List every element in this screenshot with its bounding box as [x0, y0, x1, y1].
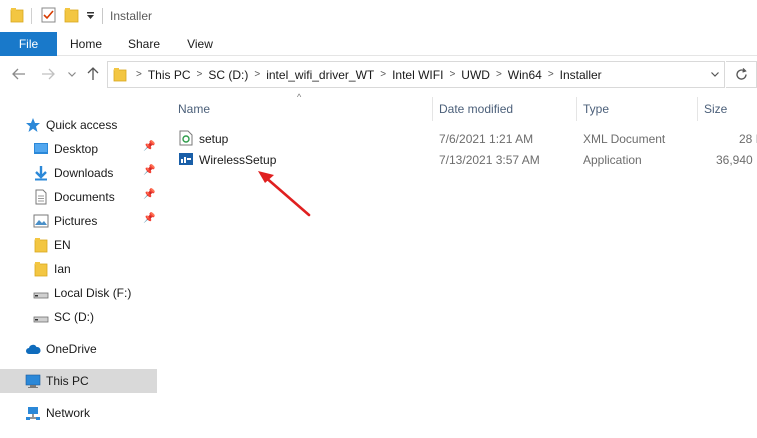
column-header-size[interactable]: Size: [704, 97, 757, 121]
xml-file-icon: [179, 130, 193, 146]
arrow-left-icon[interactable]: [12, 68, 26, 80]
sidebar-item-onedrive[interactable]: OneDrive: [0, 337, 157, 361]
file-size: 36,940 I: [716, 153, 757, 167]
window-title: Installer: [110, 9, 153, 23]
sidebar-item-label: EN: [54, 238, 71, 252]
breadcrumb-intel-wifi[interactable]: Intel WIFI: [392, 68, 443, 82]
file-row-setup[interactable]: setup 7/6/2021 1:21 AM XML Document 28 I: [172, 128, 757, 149]
quick-toolbar-separator: [31, 8, 32, 24]
sidebar-item-label: Ian: [54, 262, 71, 276]
sidebar-item-this-pc[interactable]: This PC: [0, 369, 157, 393]
tab-home[interactable]: Home: [60, 32, 112, 56]
chevron-right-icon[interactable]: >: [449, 69, 455, 80]
chevron-right-icon[interactable]: >: [548, 69, 554, 80]
sidebar-item-sc-d[interactable]: SC (D:): [0, 305, 157, 329]
application-icon: [179, 153, 193, 165]
breadcrumb-this-pc[interactable]: This PC: [148, 68, 191, 82]
breadcrumb-win64[interactable]: Win64: [508, 68, 542, 82]
new-folder-icon[interactable]: [64, 7, 79, 23]
cloud-icon: [26, 344, 41, 354]
folder-icon: [113, 68, 127, 82]
sidebar-item-label: OneDrive: [46, 342, 97, 356]
breadcrumb-installer[interactable]: Installer: [560, 68, 602, 82]
drive-icon: [33, 316, 49, 323]
address-bar[interactable]: > This PC > SC (D:) > intel_wifi_driver_…: [107, 61, 725, 88]
document-icon: [35, 189, 47, 205]
sidebar-item-label: Documents: [54, 190, 115, 204]
column-header-date-modified[interactable]: Date modified: [439, 97, 574, 121]
pin-icon[interactable]: 📌: [143, 189, 155, 200]
address-dropdown-icon[interactable]: [711, 72, 719, 77]
sidebar-item-label: Downloads: [54, 166, 114, 180]
drive-icon: [33, 292, 49, 299]
pictures-icon: [33, 214, 49, 228]
folder-icon: [34, 262, 48, 277]
file-date: 7/13/2021 3:57 AM: [439, 153, 540, 167]
file-name: setup: [199, 132, 229, 146]
breadcrumb-uwd[interactable]: UWD: [461, 68, 490, 82]
file-name: WirelessSetup: [199, 153, 277, 167]
title-separator: [102, 8, 103, 24]
ribbon: File Home Share View: [0, 32, 757, 56]
sidebar-item-network[interactable]: Network: [0, 401, 157, 425]
file-date: 7/6/2021 1:21 AM: [439, 132, 534, 146]
chevron-right-icon[interactable]: >: [197, 69, 203, 80]
sidebar-item-ian[interactable]: Ian: [0, 257, 157, 281]
arrow-right-icon[interactable]: [41, 68, 55, 80]
sidebar-item-label: This PC: [46, 374, 89, 388]
chevron-right-icon[interactable]: >: [254, 69, 260, 80]
pin-icon[interactable]: 📌: [143, 141, 155, 152]
title-bar: Installer: [0, 0, 757, 32]
sidebar-item-desktop[interactable]: Desktop 📌: [0, 137, 157, 161]
sidebar-item-label: Quick access: [46, 118, 118, 132]
chevron-right-icon[interactable]: >: [136, 69, 142, 80]
network-icon: [26, 407, 40, 420]
column-separator[interactable]: [576, 97, 577, 121]
file-type: XML Document: [583, 132, 666, 146]
sidebar-item-documents[interactable]: Documents 📌: [0, 185, 157, 209]
chevron-right-icon[interactable]: >: [380, 69, 386, 80]
column-separator[interactable]: [432, 97, 433, 121]
tab-share[interactable]: Share: [118, 32, 170, 56]
sidebar-item-en[interactable]: EN: [0, 233, 157, 257]
chevron-down-icon[interactable]: [68, 72, 76, 77]
chevron-right-icon[interactable]: >: [496, 69, 502, 80]
sidebar-item-label: Network: [46, 406, 91, 420]
sidebar-item-label: Local Disk (F:): [54, 286, 132, 300]
download-icon: [35, 166, 47, 181]
folder-icon[interactable]: [10, 7, 24, 23]
arrow-up-icon[interactable]: [87, 67, 99, 81]
desktop-icon: [34, 143, 48, 154]
customize-toolbar-icon[interactable]: [86, 12, 95, 20]
properties-icon[interactable]: [41, 7, 56, 23]
tab-view[interactable]: View: [176, 32, 224, 56]
breadcrumb-intel-wifi-driver[interactable]: intel_wifi_driver_WT: [266, 68, 374, 82]
file-size: 28 I: [739, 132, 757, 146]
pin-icon[interactable]: 📌: [143, 165, 155, 176]
star-icon: [26, 118, 40, 132]
sidebar-item-downloads[interactable]: Downloads 📌: [0, 161, 157, 185]
sidebar-item-local-disk-f[interactable]: Local Disk (F:): [0, 281, 157, 305]
breadcrumb-sc-d[interactable]: SC (D:): [208, 68, 248, 82]
navigation-pane: Quick access Desktop 📌 Downloads 📌 Docum…: [0, 94, 160, 438]
column-separator[interactable]: [697, 97, 698, 121]
pin-icon[interactable]: 📌: [143, 213, 155, 224]
column-header-type[interactable]: Type: [583, 97, 693, 121]
annotation-arrow: [258, 171, 311, 217]
file-type: Application: [583, 153, 642, 167]
folder-icon: [34, 238, 48, 253]
column-header-name[interactable]: Name: [178, 97, 428, 121]
refresh-icon: [735, 68, 747, 80]
breadcrumb: > This PC > SC (D:) > intel_wifi_driver_…: [130, 62, 602, 87]
sidebar-item-label: Pictures: [54, 214, 98, 228]
refresh-button[interactable]: [726, 61, 757, 88]
computer-icon: [25, 374, 41, 388]
sidebar-item-pictures[interactable]: Pictures 📌: [0, 209, 157, 233]
sidebar-item-label: SC (D:): [54, 310, 94, 324]
sidebar-item-quick-access[interactable]: Quick access: [0, 113, 157, 137]
tab-file[interactable]: File: [0, 32, 57, 56]
sidebar-item-label: Desktop: [54, 142, 99, 156]
